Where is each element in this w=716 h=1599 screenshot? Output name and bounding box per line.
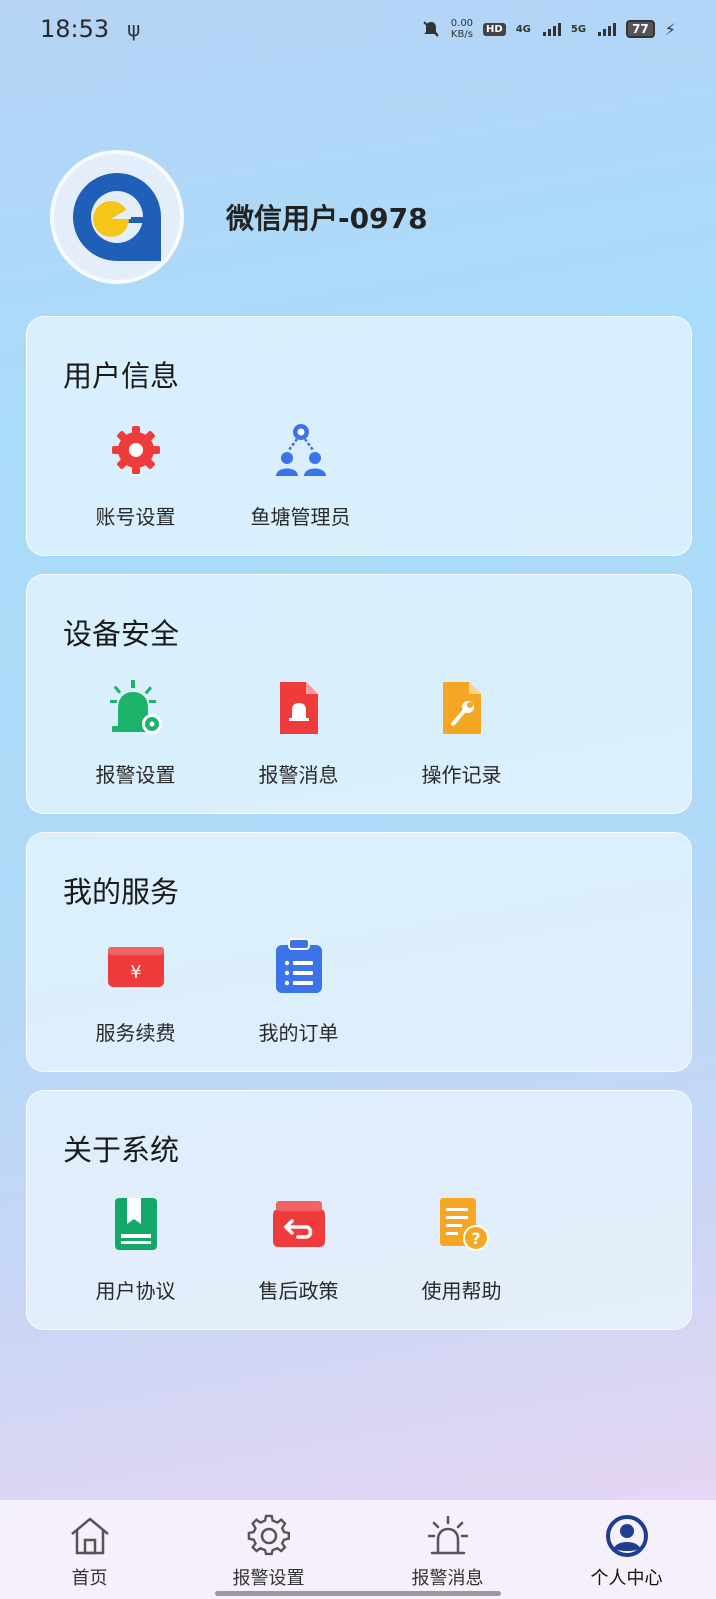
svg-text:¥: ¥ <box>130 962 141 983</box>
app-logo-icon <box>73 173 161 261</box>
tab-label: 首页 <box>71 1568 108 1589</box>
menu-item-label: 报警消息 <box>258 763 339 787</box>
section-title-user-info: 用户信息 <box>63 359 180 393</box>
menu-item-my-orders[interactable]: 我的订单 <box>216 933 381 1046</box>
menu-item-label: 操作记录 <box>421 763 502 787</box>
alarm-message-icon <box>279 682 318 734</box>
section-title-about-system: 关于系统 <box>63 1133 180 1167</box>
menu-item-label: 售后政策 <box>258 1279 339 1303</box>
menu-item-label: 报警设置 <box>95 763 176 787</box>
operation-log-icon <box>442 682 481 734</box>
card-user-info: 用户信息 账号设置 鱼塘管理员 <box>26 316 692 556</box>
charging-icon: ⚡ <box>664 19 676 39</box>
card-device-security: 设备安全 报警设置 报警消息 操作记录 <box>26 574 692 814</box>
menu-item-label: 用户协议 <box>95 1279 176 1303</box>
menu-item-label: 使用帮助 <box>421 1279 502 1303</box>
admin-group-icon <box>275 424 326 476</box>
after-sales-icon <box>272 1201 325 1247</box>
menu-item-after-sales-policy[interactable]: 售后政策 <box>216 1191 381 1304</box>
card-about-system: 关于系统 用户协议 售后政策 ? 使用帮助 <box>26 1090 692 1330</box>
hd-badge: HD <box>483 22 506 36</box>
card-my-services: 我的服务 ¥ 服务续费 我的订单 <box>26 832 692 1072</box>
tab-label: 报警设置 <box>232 1568 305 1589</box>
orders-icon <box>275 938 322 993</box>
renewal-icon: ¥ <box>107 947 164 987</box>
signal-5g-icon <box>598 22 617 36</box>
tab-alarm-settings[interactable]: 报警设置 <box>179 1500 358 1599</box>
net-speed: 0.00 KB/s <box>450 18 474 40</box>
battery-indicator: 77 <box>626 20 655 38</box>
section-title-my-services: 我的服务 <box>63 875 180 909</box>
profile-header: 微信用户-0978 <box>50 150 428 284</box>
menu-item-alarm-message[interactable]: 报警消息 <box>216 675 381 788</box>
gear-icon <box>111 426 160 474</box>
avatar[interactable] <box>50 150 184 284</box>
menu-item-account-settings[interactable]: 账号设置 <box>53 417 218 530</box>
tab-alarm-messages[interactable]: 报警消息 <box>358 1500 537 1599</box>
bottom-tab-bar: 首页 报警设置 报警消息 个人中心 <box>0 1499 716 1599</box>
section-title-device-security: 设备安全 <box>63 617 180 651</box>
menu-item-user-agreement[interactable]: 用户协议 <box>53 1191 218 1304</box>
menu-item-label: 鱼塘管理员 <box>250 505 351 529</box>
menu-item-operation-log[interactable]: 操作记录 <box>379 675 544 788</box>
profile-icon <box>605 1515 648 1557</box>
menu-item-label: 我的订单 <box>258 1021 339 1045</box>
menu-item-alarm-settings[interactable]: 报警设置 <box>53 675 218 788</box>
network-5g-label: 5G <box>570 23 587 35</box>
home-icon <box>70 1517 109 1555</box>
status-time: 18:53 <box>40 15 110 43</box>
menu-item-usage-help[interactable]: ? 使用帮助 <box>379 1191 544 1304</box>
tab-label: 报警消息 <box>411 1568 484 1589</box>
help-icon: ? <box>439 1198 489 1251</box>
mute-bell-icon <box>423 21 439 37</box>
tab-profile[interactable]: 个人中心 <box>537 1500 716 1599</box>
signal-4g-icon <box>542 22 561 36</box>
alarm-icon <box>427 1515 468 1555</box>
gear-icon <box>247 1514 290 1556</box>
tab-label: 个人中心 <box>590 1568 663 1589</box>
status-indicators: 0.00 KB/s HD 4G 5G 77 ⚡ <box>421 18 676 40</box>
menu-item-label: 账号设置 <box>95 505 176 529</box>
usb-icon: ψ <box>127 17 141 41</box>
alarm-settings-icon <box>109 680 162 734</box>
tab-home[interactable]: 首页 <box>0 1500 179 1599</box>
status-bar: 18:53 ψ 0.00 KB/s HD 4G 5G 77 ⚡ <box>0 0 716 58</box>
menu-item-pond-admin[interactable]: 鱼塘管理员 <box>218 417 383 530</box>
menu-item-label: 服务续费 <box>95 1021 176 1045</box>
menu-item-service-renewal[interactable]: ¥ 服务续费 <box>53 933 218 1046</box>
svg-text:?: ? <box>471 1229 480 1248</box>
network-4g-label: 4G <box>515 23 531 35</box>
home-indicator <box>215 1591 501 1596</box>
agreement-icon <box>114 1198 157 1250</box>
username: 微信用户-0978 <box>226 202 428 235</box>
